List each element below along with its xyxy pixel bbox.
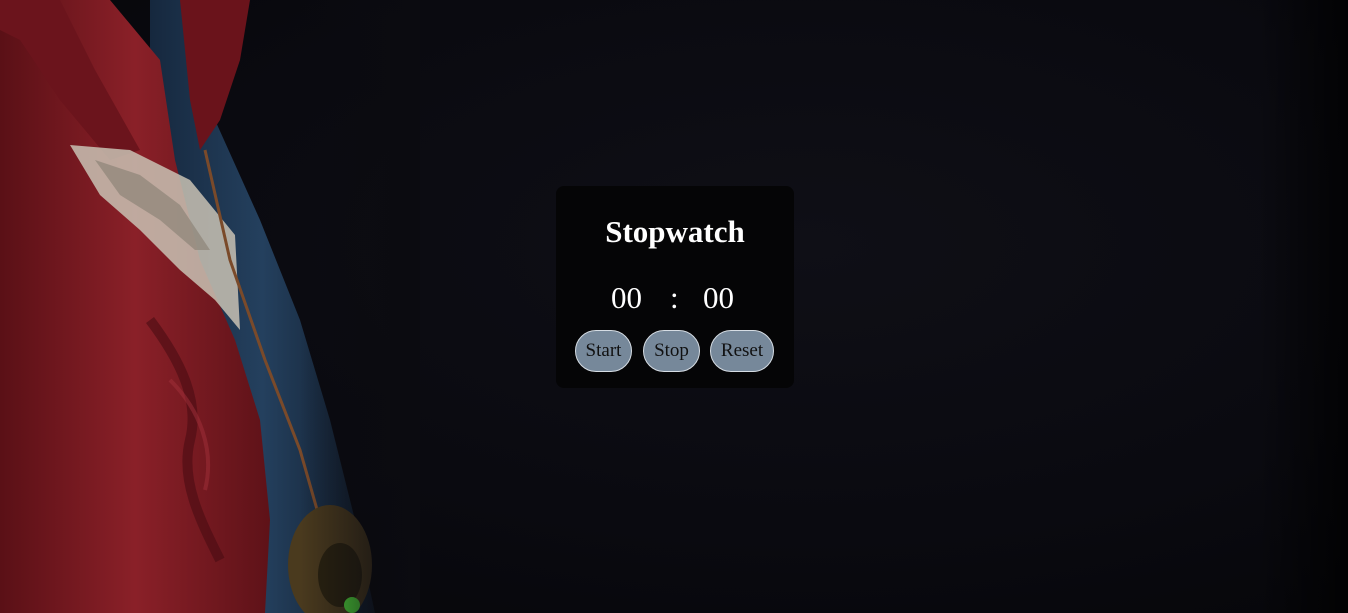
stopwatch-panel: Stopwatch 00 : 00 Start Stop Reset: [556, 186, 794, 388]
stop-button[interactable]: Stop: [643, 330, 700, 372]
minutes-display: 00: [611, 280, 642, 315]
time-display: 00 : 00: [556, 278, 794, 318]
time-separator: :: [670, 280, 679, 315]
right-vignette: [1258, 0, 1348, 613]
stopwatch-title: Stopwatch: [605, 214, 745, 249]
seconds-display: 00: [703, 280, 734, 315]
start-button[interactable]: Start: [575, 330, 632, 372]
reset-button[interactable]: Reset: [710, 330, 774, 372]
